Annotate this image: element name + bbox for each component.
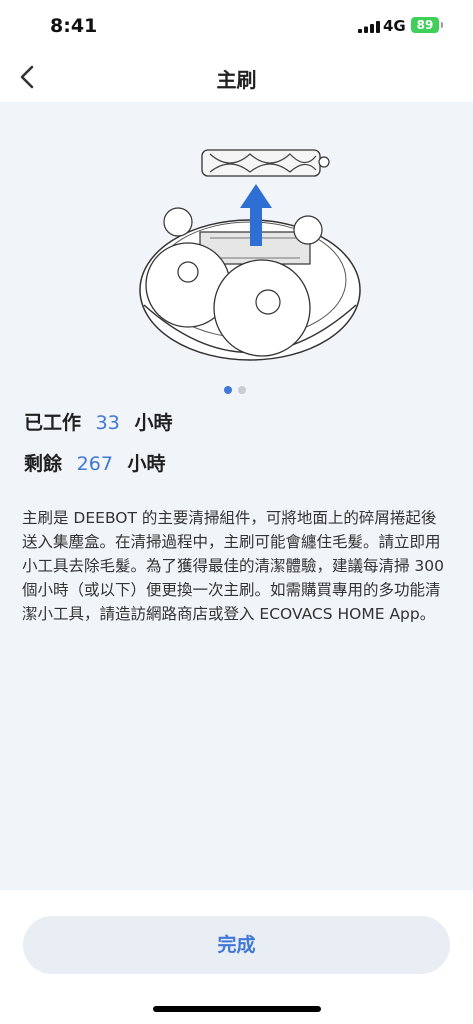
worked-label: 已工作 [24, 412, 82, 434]
carousel-dot[interactable] [238, 386, 246, 394]
page-title: 主刷 [216, 68, 257, 92]
network-type: 4G [383, 17, 406, 35]
done-button[interactable]: 完成 [23, 916, 450, 974]
cellular-signal-icon [358, 21, 380, 33]
remaining-hours: 剩餘 267 小時 [24, 449, 166, 476]
status-bar: 8:41 4G 89 [0, 0, 473, 50]
carousel-dot-active[interactable] [224, 386, 232, 394]
worked-value: 33 [95, 412, 120, 434]
remaining-label: 剩餘 [24, 453, 63, 475]
description-text: 主刷是 DEEBOT 的主要清掃組件，可將地面上的碎屑捲起後送入集塵盒。在清掃過… [22, 509, 445, 623]
worked-hours: 已工作 33 小時 [24, 408, 172, 435]
battery-cap [441, 22, 443, 28]
status-time: 8:41 [50, 15, 98, 37]
remaining-unit: 小時 [127, 453, 166, 475]
nav-bar: 主刷 [0, 50, 473, 102]
footer: 完成 [0, 890, 473, 1024]
battery-icon: 89 [411, 17, 439, 33]
worked-unit: 小時 [134, 412, 173, 434]
home-indicator [153, 1006, 321, 1012]
remaining-value: 267 [76, 453, 113, 475]
robot-main-brush-illustration [139, 149, 361, 361]
